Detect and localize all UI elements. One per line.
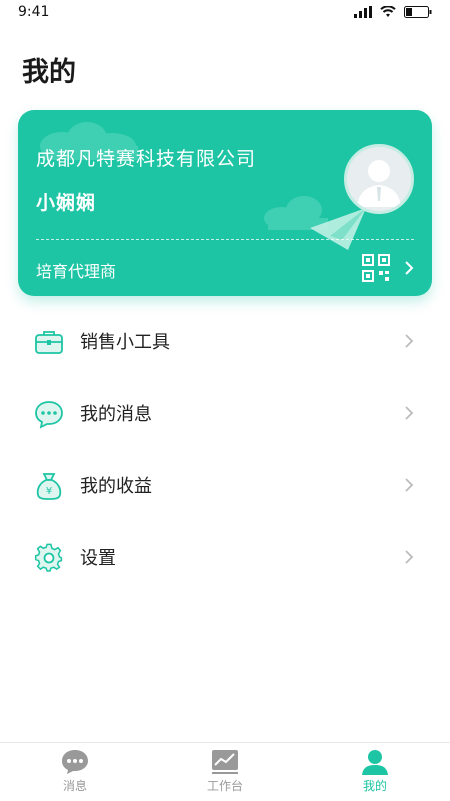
user-silhouette-icon bbox=[357, 160, 401, 207]
status-time: 9:41 bbox=[18, 4, 50, 20]
menu-item-label: 我的收益 bbox=[80, 476, 152, 497]
chevron-right-icon bbox=[405, 550, 414, 564]
page-title: 我的 bbox=[22, 57, 76, 88]
tab-profile[interactable]: 我的 bbox=[300, 743, 450, 801]
card-divider bbox=[36, 239, 414, 240]
menu-item-label: 销售小工具 bbox=[80, 332, 170, 353]
qr-code-icon[interactable] bbox=[362, 254, 390, 282]
dashboard-icon bbox=[212, 750, 238, 774]
status-icons bbox=[354, 6, 432, 18]
tab-workbench[interactable]: 工作台 bbox=[150, 743, 300, 801]
tab-bar: 消息 工作台 我的 bbox=[0, 742, 450, 801]
briefcase-icon bbox=[35, 331, 63, 354]
chat-bubble-icon bbox=[62, 750, 88, 774]
menu-item-my-earnings[interactable]: ¥ 我的收益 bbox=[0, 449, 450, 521]
user-name: 小娴娴 bbox=[36, 192, 97, 214]
tab-label: 我的 bbox=[362, 779, 387, 793]
company-name: 成都凡特赛科技有限公司 bbox=[36, 148, 257, 170]
wifi-icon bbox=[380, 6, 396, 17]
chevron-right-icon bbox=[405, 406, 414, 420]
gear-icon bbox=[34, 543, 63, 572]
avatar[interactable] bbox=[344, 144, 414, 214]
battery-icon bbox=[404, 6, 432, 18]
money-bag-icon: ¥ bbox=[36, 473, 62, 500]
chevron-right-icon[interactable] bbox=[404, 260, 414, 276]
menu-item-sales-tools[interactable]: 销售小工具 bbox=[0, 305, 450, 377]
menu-item-settings[interactable]: 设置 bbox=[0, 521, 450, 593]
chevron-right-icon bbox=[405, 334, 414, 348]
profile-card[interactable]: 成都凡特赛科技有限公司 小娴娴 培育代理商 bbox=[18, 110, 432, 296]
menu-item-label: 设置 bbox=[80, 548, 116, 569]
menu-item-label: 我的消息 bbox=[80, 404, 152, 425]
role-label: 培育代理商 bbox=[36, 262, 117, 281]
chat-bubble-icon bbox=[35, 401, 63, 429]
menu-item-my-messages[interactable]: 我的消息 bbox=[0, 377, 450, 449]
tab-messages[interactable]: 消息 bbox=[0, 743, 150, 801]
tab-label: 工作台 bbox=[206, 779, 243, 793]
paper-plane-icon bbox=[310, 208, 366, 250]
svg-text:¥: ¥ bbox=[46, 486, 52, 497]
user-icon bbox=[362, 750, 388, 775]
signal-icon bbox=[354, 6, 372, 18]
tab-label: 消息 bbox=[62, 779, 87, 793]
chevron-right-icon bbox=[405, 478, 414, 492]
menu-list: 销售小工具 我的消息 ¥ 我的收益 设置 bbox=[0, 305, 450, 593]
status-bar: 9:41 bbox=[0, 0, 450, 24]
